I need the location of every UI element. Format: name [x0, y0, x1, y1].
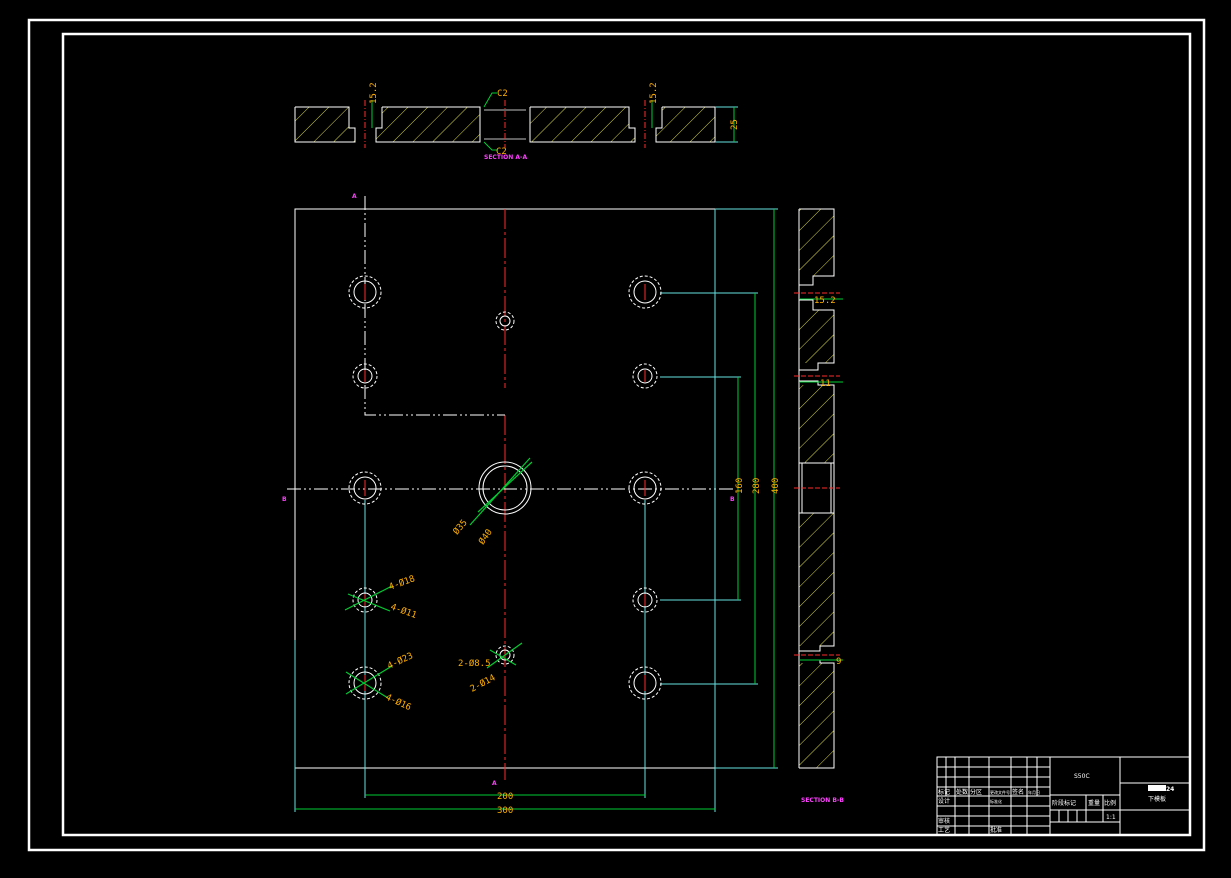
tb-part-name: 下模板 — [1148, 795, 1166, 803]
section-mark-a-top: A — [352, 193, 357, 200]
tb-row-process: 工艺 — [938, 826, 950, 834]
tb-label-zone: 分区 — [970, 788, 982, 796]
section-aa-label: SECTION A-A — [484, 154, 527, 161]
tb-row-review: 审核 — [938, 817, 950, 825]
dim-side-15-2: 15.2 — [814, 296, 836, 306]
dim-hole-2x8-5: 2-Ø8.5 — [458, 658, 491, 669]
dim-center-d40: Ø40 — [476, 527, 494, 547]
dim-hole-2x14: 2-Ø14 — [468, 672, 497, 694]
section-mark-b-right: B — [730, 496, 735, 503]
tb-stage-label: 阶段标记 — [1052, 799, 1076, 807]
dim-400: 400 — [771, 478, 781, 494]
tb-row-approve: 批准 — [990, 826, 1002, 834]
outer-border — [27, 18, 1206, 852]
tb-label-change: 更改文件号 — [990, 789, 1010, 795]
tb-scale: 1:1 — [1106, 814, 1116, 821]
section-aa-view — [294, 92, 738, 151]
tb-label-sign: 签名 — [1012, 788, 1024, 796]
tb-material: S50C — [1074, 773, 1090, 780]
section-bb-view — [794, 208, 843, 769]
dim-side-11: 11 — [820, 379, 831, 389]
dim-hole-4x18: 4-Ø18 — [387, 573, 416, 593]
dim-160: 160 — [735, 478, 745, 494]
tb-row-standard: 标准化 — [990, 798, 1002, 804]
tb-scale-label: 比例 — [1104, 799, 1116, 807]
dim-280: 280 — [752, 478, 762, 494]
dim-top-depth-left: 15.2 — [369, 82, 379, 104]
inner-border — [61, 32, 1192, 837]
dim-300: 300 — [497, 806, 513, 816]
dim-hole-4x11: 4-Ø11 — [389, 601, 418, 621]
plan-view — [287, 196, 778, 812]
tb-weight-label: 重量 — [1088, 799, 1100, 807]
section-mark-a-bottom: A — [492, 780, 497, 787]
tb-label-date: 年月日 — [1028, 789, 1040, 795]
tb-label-count: 处数 — [956, 788, 968, 796]
tb-label-mark: 标记 — [938, 788, 950, 796]
tb-part-no: 24 — [1166, 786, 1174, 793]
dim-hole-4x16: 4-Ø16 — [384, 692, 413, 713]
section-mark-b-left: B — [282, 496, 287, 503]
dim-chamfer-top: C2 — [497, 89, 508, 99]
dim-side-9: 9 — [836, 657, 841, 667]
part-no-highlight — [1148, 785, 1166, 791]
dim-hole-4x23: 4-Ø23 — [386, 650, 415, 671]
dim-top-depth-right: 15.2 — [649, 82, 659, 104]
section-bb-label: SECTION B-B — [801, 797, 844, 804]
tb-row-design: 设计 — [938, 797, 950, 805]
cad-drawing: 15.2 15.2 25 C2 C2 SECTION A-A B B A A 1… — [27, 18, 1206, 852]
dim-top-thickness: 25 — [730, 119, 740, 130]
dim-center-d35: Ø35 — [451, 517, 470, 537]
dim-200: 200 — [497, 792, 513, 802]
